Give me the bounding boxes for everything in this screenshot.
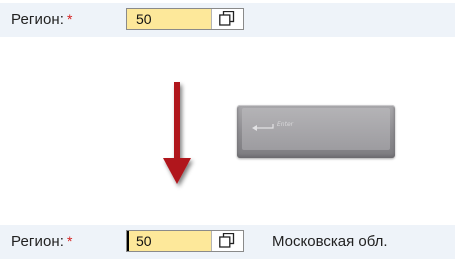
region-field <box>126 8 244 30</box>
region-input[interactable] <box>127 9 212 29</box>
region-label: Регион: * <box>11 233 73 250</box>
value-help-button[interactable] <box>211 231 243 251</box>
enter-key: Enter <box>237 105 395 158</box>
value-help-icon <box>219 11 235 26</box>
region-field <box>126 230 244 252</box>
required-marker: * <box>67 11 73 27</box>
region-row-after: Регион:* Московская обл. <box>0 225 455 259</box>
value-help-icon <box>219 233 235 248</box>
region-label: Регион: * <box>11 11 73 28</box>
region-row-before: Регион: * <box>0 3 455 37</box>
required-marker: * <box>67 233 73 249</box>
enter-key-arrow-icon <box>252 124 274 131</box>
enter-key-label: Enter <box>277 121 294 128</box>
region-input[interactable] <box>127 231 212 251</box>
region-description: Московская обл. <box>272 233 388 250</box>
down-arrow-icon <box>163 82 191 184</box>
value-help-button[interactable] <box>211 9 243 29</box>
